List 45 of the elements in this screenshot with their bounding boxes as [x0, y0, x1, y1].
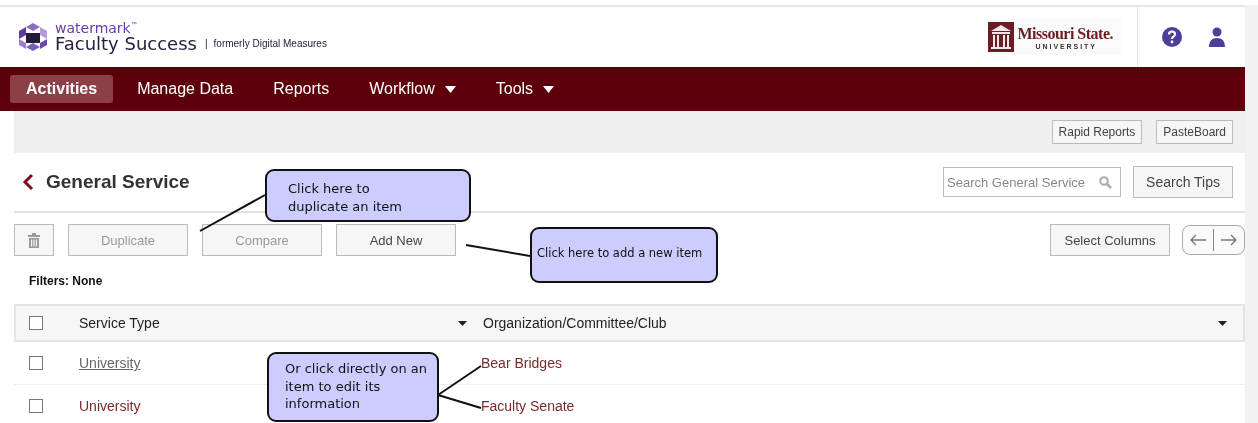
callout: Click here to add a new item	[530, 227, 718, 283]
nav-tab[interactable]: Tools	[479, 75, 571, 103]
nav-tab[interactable]: Manage Data	[121, 75, 250, 103]
table-link[interactable]: Bear Bridges	[481, 355, 562, 371]
product-name: Faculty Success	[55, 35, 197, 53]
checkbox[interactable]	[29, 316, 43, 330]
table-link[interactable]: University	[79, 355, 141, 371]
callout: Click here to duplicate an item	[265, 169, 471, 222]
university-name: Missouri State.	[1017, 24, 1113, 43]
nav-tab[interactable]: Workflow	[353, 75, 472, 103]
table-link[interactable]: Faculty Senate	[481, 398, 575, 414]
page-title: General Service	[46, 171, 190, 193]
toolbar-button[interactable]: Rapid Reports	[1051, 120, 1143, 144]
next-arrow-icon[interactable]	[1220, 234, 1238, 246]
back-icon[interactable]	[22, 173, 34, 191]
leader-line	[465, 244, 531, 257]
delete-button[interactable]	[14, 224, 54, 256]
nav-tab[interactable]: Reports	[257, 75, 346, 103]
separator: |	[204, 39, 208, 49]
nav-tab[interactable]: Activities	[10, 75, 114, 103]
tagline: formerly Digital Measures	[213, 39, 327, 49]
checkbox[interactable]	[29, 399, 43, 413]
user-icon[interactable]	[1209, 27, 1225, 47]
column-header[interactable]: Service Type	[79, 315, 160, 331]
table-link[interactable]: University	[79, 398, 141, 414]
checkbox[interactable]	[29, 356, 43, 370]
leader-line	[199, 194, 266, 232]
trash-icon	[28, 232, 40, 248]
toolbar-button[interactable]: Add New	[336, 224, 456, 256]
filters-label: Filters: None	[29, 274, 104, 288]
pager-control[interactable]	[1182, 225, 1245, 255]
search-field[interactable]: Search General Service	[943, 167, 1122, 197]
brand-name: watermark	[55, 21, 131, 35]
select-columns-button[interactable]: Select Columns	[1050, 224, 1170, 256]
previous-arrow-icon[interactable]	[1189, 234, 1207, 246]
column-header[interactable]: Organization/Committee/Club	[483, 315, 667, 331]
toolbar-button[interactable]: PasteBoard	[1156, 120, 1233, 144]
sort-caret-icon[interactable]	[458, 320, 467, 326]
sort-caret-icon[interactable]	[1218, 320, 1227, 326]
building-icon	[988, 22, 1015, 52]
search-icon	[1099, 176, 1113, 189]
help-icon[interactable]	[1162, 27, 1182, 47]
logo-icon	[18, 22, 48, 52]
search-tips-button[interactable]: Search Tips	[1133, 166, 1233, 198]
callout: Or click directly on an item to edit its information	[267, 352, 439, 422]
